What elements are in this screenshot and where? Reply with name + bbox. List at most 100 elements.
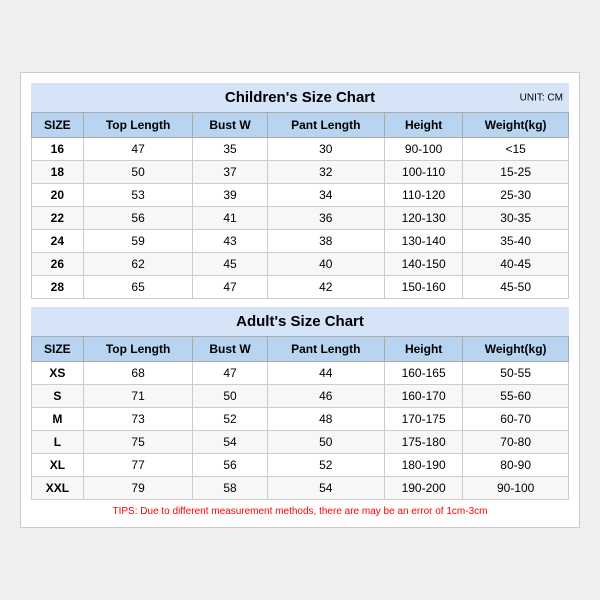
table-cell: 70-80 xyxy=(463,431,569,454)
table-cell: 50 xyxy=(267,431,384,454)
table-cell: 90-100 xyxy=(463,477,569,500)
table-cell: 35 xyxy=(193,138,267,161)
table-cell: 50-55 xyxy=(463,362,569,385)
col-pant-length: Pant Length xyxy=(267,337,384,362)
table-cell: 47 xyxy=(83,138,193,161)
children-table: SIZE Top Length Bust W Pant Length Heigh… xyxy=(31,112,569,299)
table-cell: 110-120 xyxy=(384,184,462,207)
table-cell: 46 xyxy=(267,385,384,408)
table-cell: 32 xyxy=(267,161,384,184)
chart-container: Children's Size Chart UNIT: CM SIZE Top … xyxy=(20,72,580,528)
table-cell: 73 xyxy=(83,408,193,431)
table-cell: 39 xyxy=(193,184,267,207)
table-row: 28654742150-16045-50 xyxy=(32,276,569,299)
table-cell: 53 xyxy=(83,184,193,207)
table-cell: 45-50 xyxy=(463,276,569,299)
table-cell: 62 xyxy=(83,253,193,276)
table-row: 22564136120-13030-35 xyxy=(32,207,569,230)
table-row: 1647353090-100<15 xyxy=(32,138,569,161)
table-cell: 36 xyxy=(267,207,384,230)
table-cell: 160-165 xyxy=(384,362,462,385)
table-cell: 65 xyxy=(83,276,193,299)
table-cell: 43 xyxy=(193,230,267,253)
col-top-length: Top Length xyxy=(83,337,193,362)
children-title-text: Children's Size Chart xyxy=(225,89,375,106)
table-cell: 25-30 xyxy=(463,184,569,207)
table-cell: 56 xyxy=(83,207,193,230)
col-weight: Weight(kg) xyxy=(463,113,569,138)
table-cell: 48 xyxy=(267,408,384,431)
table-row: 24594338130-14035-40 xyxy=(32,230,569,253)
table-row: 20533934110-12025-30 xyxy=(32,184,569,207)
table-cell: XL xyxy=(32,454,84,477)
table-cell: 50 xyxy=(83,161,193,184)
col-bust-w: Bust W xyxy=(193,337,267,362)
col-bust-w: Bust W xyxy=(193,113,267,138)
table-cell: 60-70 xyxy=(463,408,569,431)
table-cell: 30-35 xyxy=(463,207,569,230)
table-row: 26624540140-15040-45 xyxy=(32,253,569,276)
table-cell: 90-100 xyxy=(384,138,462,161)
table-row: XS684744160-16550-55 xyxy=(32,362,569,385)
table-cell: 77 xyxy=(83,454,193,477)
table-row: L755450175-18070-80 xyxy=(32,431,569,454)
table-row: XXL795854190-20090-100 xyxy=(32,477,569,500)
table-row: S715046160-17055-60 xyxy=(32,385,569,408)
col-size: SIZE xyxy=(32,113,84,138)
table-cell: 150-160 xyxy=(384,276,462,299)
table-cell: <15 xyxy=(463,138,569,161)
table-cell: 34 xyxy=(267,184,384,207)
table-cell: 130-140 xyxy=(384,230,462,253)
table-cell: 24 xyxy=(32,230,84,253)
table-cell: 45 xyxy=(193,253,267,276)
table-cell: 18 xyxy=(32,161,84,184)
table-cell: M xyxy=(32,408,84,431)
col-weight: Weight(kg) xyxy=(463,337,569,362)
table-cell: 59 xyxy=(83,230,193,253)
adults-title-text: Adult's Size Chart xyxy=(236,313,364,330)
table-cell: 80-90 xyxy=(463,454,569,477)
table-cell: 41 xyxy=(193,207,267,230)
table-cell: 40 xyxy=(267,253,384,276)
table-cell: 50 xyxy=(193,385,267,408)
tips-text: TIPS: Due to different measurement metho… xyxy=(31,506,569,517)
table-cell: 22 xyxy=(32,207,84,230)
table-cell: 71 xyxy=(83,385,193,408)
table-cell: 79 xyxy=(83,477,193,500)
table-row: M735248170-17560-70 xyxy=(32,408,569,431)
table-cell: 35-40 xyxy=(463,230,569,253)
col-pant-length: Pant Length xyxy=(267,113,384,138)
table-cell: 15-25 xyxy=(463,161,569,184)
table-cell: 52 xyxy=(193,408,267,431)
table-cell: 180-190 xyxy=(384,454,462,477)
children-header-row: SIZE Top Length Bust W Pant Length Heigh… xyxy=(32,113,569,138)
table-cell: 54 xyxy=(267,477,384,500)
table-cell: 52 xyxy=(267,454,384,477)
col-size: SIZE xyxy=(32,337,84,362)
table-cell: XXL xyxy=(32,477,84,500)
table-row: 18503732100-11015-25 xyxy=(32,161,569,184)
table-cell: 190-200 xyxy=(384,477,462,500)
adults-header-row: SIZE Top Length Bust W Pant Length Heigh… xyxy=(32,337,569,362)
children-section-title: Children's Size Chart UNIT: CM xyxy=(31,83,569,112)
table-cell: 38 xyxy=(267,230,384,253)
table-cell: 47 xyxy=(193,362,267,385)
table-cell: 30 xyxy=(267,138,384,161)
table-cell: 28 xyxy=(32,276,84,299)
col-top-length: Top Length xyxy=(83,113,193,138)
adults-table: SIZE Top Length Bust W Pant Length Heigh… xyxy=(31,336,569,500)
table-cell: 58 xyxy=(193,477,267,500)
table-cell: 56 xyxy=(193,454,267,477)
table-cell: 140-150 xyxy=(384,253,462,276)
table-cell: 75 xyxy=(83,431,193,454)
table-cell: 100-110 xyxy=(384,161,462,184)
table-cell: 55-60 xyxy=(463,385,569,408)
col-height: Height xyxy=(384,337,462,362)
table-cell: 40-45 xyxy=(463,253,569,276)
adults-section-title: Adult's Size Chart xyxy=(31,307,569,336)
table-cell: 160-170 xyxy=(384,385,462,408)
table-row: XL775652180-19080-90 xyxy=(32,454,569,477)
table-cell: 47 xyxy=(193,276,267,299)
unit-label: UNIT: CM xyxy=(520,92,563,103)
table-cell: 26 xyxy=(32,253,84,276)
